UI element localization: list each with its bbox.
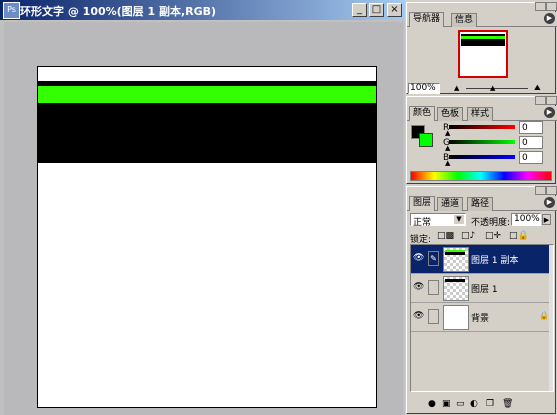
zoom-slider-track[interactable] — [466, 88, 528, 89]
layer-thumbnail — [443, 247, 469, 272]
layer-thumbnail — [443, 305, 469, 330]
document-window: Ps 环形文字 @ 100%(图层 1 副本,RGB) _ □ × — [0, 0, 405, 415]
navigator-panel: 导航器 信息 ▶ 100% ▲ ▲ ⛰ — [406, 2, 557, 94]
canvas-black-block — [38, 103, 376, 163]
navigator-view-box[interactable] — [458, 30, 508, 78]
layer-style-icon[interactable]: ● — [428, 399, 436, 409]
opacity-arrow-icon[interactable]: ▶ — [542, 214, 551, 225]
layers-panel: 图层 通道 路径 ▶ 正常 ▼ 不透明度: 100% ▶ 锁定: □▩ □♪ □… — [406, 186, 557, 414]
panel-minimize-icon[interactable] — [535, 186, 546, 195]
layers-footer-toolbar: ● ▣ ▭ ◐ ❐ 🗑 — [408, 399, 555, 413]
channel-b-slider[interactable] — [449, 155, 515, 159]
chevron-down-icon[interactable]: ▼ — [454, 215, 464, 224]
channel-r-input[interactable]: 0 — [519, 121, 543, 134]
tab-styles[interactable]: 样式 — [467, 107, 494, 121]
link-icon[interactable] — [428, 280, 439, 295]
layer-name: 背景 — [471, 314, 490, 324]
zoom-slider-handle[interactable]: ▲ — [490, 84, 495, 92]
close-button[interactable]: × — [387, 3, 402, 17]
image-canvas[interactable] — [37, 66, 377, 408]
paintbrush-icon: ✎ — [428, 251, 439, 266]
document-titlebar[interactable]: Ps 环形文字 @ 100%(图层 1 副本,RGB) _ □ × — [0, 0, 405, 20]
layer-row[interactable]: 👁 图层 1 — [411, 274, 553, 303]
minimize-button[interactable]: _ — [352, 3, 367, 17]
lock-all-checkbox[interactable]: □🔒 — [509, 231, 529, 241]
color-spectrum-ramp[interactable] — [410, 171, 552, 181]
tab-layers[interactable]: 图层 — [409, 196, 436, 211]
layer-thumbnail — [443, 276, 469, 301]
layers-scrollbar[interactable] — [549, 245, 553, 391]
tab-info[interactable]: 信息 — [451, 13, 478, 27]
new-layer-icon[interactable]: ❐ — [486, 399, 494, 409]
lock-image-checkbox[interactable]: □♪ — [461, 231, 475, 241]
navigator-preview-area — [408, 27, 554, 82]
blend-mode-select[interactable]: 正常 ▼ — [410, 213, 466, 228]
background-color-swatch[interactable] — [419, 133, 433, 147]
channel-g-handle[interactable]: ▲ — [445, 144, 450, 152]
tab-paths[interactable]: 路径 — [467, 197, 494, 211]
layers-list: 👁 ✎ 图层 1 副本 👁 图层 1 👁 背景 🔒 — [410, 244, 554, 392]
color-panel: 颜色 色板 样式 ▶ R ▲ 0 G ▲ 0 B ▲ 0 — [406, 96, 557, 184]
eye-icon[interactable]: 👁 — [413, 311, 424, 322]
tab-navigator[interactable]: 导航器 — [409, 12, 445, 27]
add-mask-icon[interactable]: ▣ — [442, 399, 451, 409]
panel-menu-icon[interactable]: ▶ — [544, 13, 555, 24]
lock-position-checkbox[interactable]: □✛ — [485, 231, 501, 241]
zoom-out-icon[interactable]: ▲ — [454, 85, 462, 92]
canvas-workspace[interactable] — [4, 22, 403, 415]
panel-close-icon[interactable] — [546, 96, 557, 105]
trash-icon[interactable]: 🗑 — [502, 399, 513, 409]
layer-name: 图层 1 — [471, 285, 498, 295]
layer-row-background[interactable]: 👁 背景 🔒 — [411, 303, 553, 332]
maximize-button[interactable]: □ — [369, 3, 384, 17]
canvas-green-stripe — [38, 86, 376, 103]
panel-menu-icon[interactable]: ▶ — [544, 107, 555, 118]
layer-row-selected[interactable]: 👁 ✎ 图层 1 副本 — [411, 245, 553, 274]
zoom-in-icon[interactable]: ⛰ — [534, 84, 548, 92]
navigator-zoom-bar: 100% ▲ ▲ ⛰ — [408, 83, 556, 94]
opacity-label: 不透明度: — [471, 218, 511, 228]
eye-icon[interactable]: 👁 — [413, 282, 424, 293]
panel-minimize-icon[interactable] — [535, 2, 546, 11]
eye-icon[interactable]: 👁 — [413, 253, 424, 264]
layer-name: 图层 1 副本 — [471, 256, 519, 266]
blend-mode-value: 正常 — [413, 218, 432, 228]
panel-menu-icon[interactable]: ▶ — [544, 197, 555, 208]
document-title: 环形文字 @ 100%(图层 1 副本,RGB) — [20, 5, 217, 18]
opacity-input[interactable]: 100% — [511, 213, 541, 226]
tab-channels[interactable]: 通道 — [437, 197, 464, 211]
channel-r-handle[interactable]: ▲ — [445, 129, 450, 137]
tab-color[interactable]: 颜色 — [409, 106, 436, 121]
channel-b-handle[interactable]: ▲ — [445, 159, 450, 167]
channel-r-slider[interactable] — [449, 125, 515, 129]
panel-close-icon[interactable] — [546, 2, 557, 11]
lock-transparency-checkbox[interactable]: □▩ — [437, 231, 454, 241]
adjustment-layer-icon[interactable]: ◐ — [470, 399, 478, 409]
tab-swatches[interactable]: 色板 — [437, 107, 464, 121]
photoshop-app-icon: Ps — [3, 2, 20, 19]
panel-close-icon[interactable] — [546, 186, 557, 195]
new-set-icon[interactable]: ▭ — [456, 399, 465, 409]
channel-g-slider[interactable] — [449, 140, 515, 144]
channel-b-input[interactable]: 0 — [519, 151, 543, 164]
link-icon[interactable] — [428, 309, 439, 324]
channel-g-input[interactable]: 0 — [519, 136, 543, 149]
panel-minimize-icon[interactable] — [535, 96, 546, 105]
lock-icon: 🔒 — [539, 311, 549, 320]
zoom-value[interactable]: 100% — [408, 83, 440, 94]
